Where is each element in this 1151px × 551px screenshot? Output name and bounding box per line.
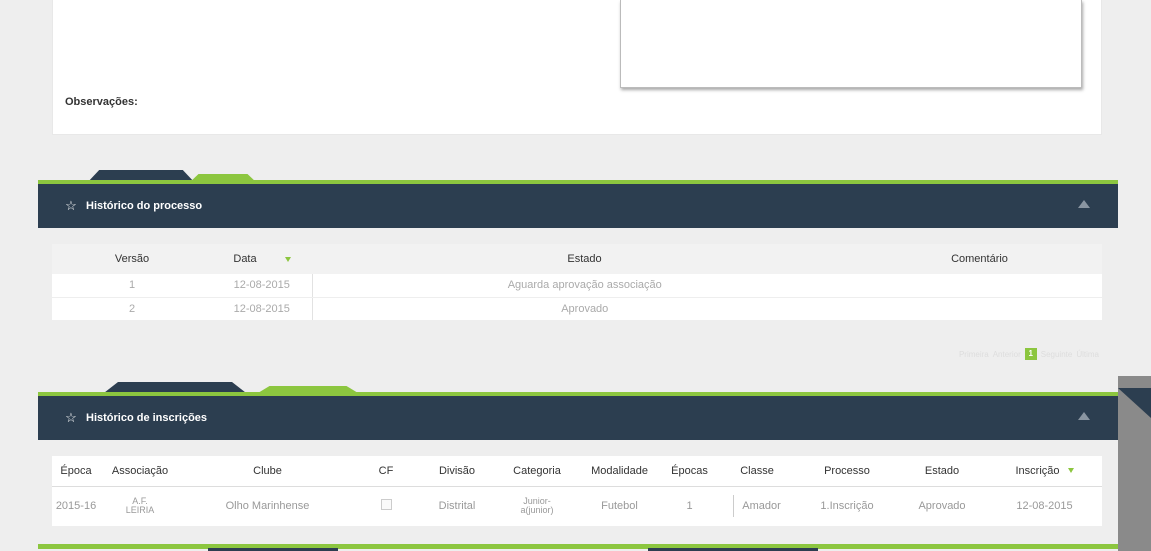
col-estado[interactable]: Estado	[312, 244, 857, 274]
cell-data: 12-08-2015	[212, 274, 313, 298]
col-epocas[interactable]: Épocas	[662, 456, 717, 486]
table-header-row: Época Associação Clube CF Divisão Catego…	[52, 456, 1102, 486]
cell-epocas: 1	[662, 485, 717, 526]
table-row: 1 12-08-2015 Aguarda aprovação associaçã…	[52, 274, 1102, 298]
pager-current[interactable]: 1	[1024, 348, 1037, 360]
col-associacao[interactable]: Associação	[100, 456, 180, 486]
cell-clube: Olho Marinhense	[180, 485, 355, 526]
sort-down-icon	[284, 256, 291, 262]
col-epoca[interactable]: Época	[52, 456, 100, 486]
collapse-icon[interactable]	[1078, 200, 1090, 208]
col-modalidade[interactable]: Modalidade	[577, 456, 662, 486]
cell-categoria: Junior-a(junior)	[497, 485, 577, 526]
inscricoes-panel-decoration	[38, 378, 1118, 396]
processo-table: Versão Data Estado Comentário 1 12-08-20…	[52, 244, 1102, 321]
processo-panel-header[interactable]: ☆ Histórico do processo	[38, 184, 1118, 228]
col-estado[interactable]: Estado	[897, 456, 987, 486]
cell-estado: Aprovado	[312, 297, 857, 321]
col-comentario[interactable]: Comentário	[857, 244, 1102, 274]
cell-associacao: A.F. LEIRIA	[100, 485, 180, 526]
inscricoes-table: Época Associação Clube CF Divisão Catego…	[52, 456, 1102, 526]
cell-estado: Aguarda aprovação associação	[312, 274, 857, 298]
table-row: 2 12-08-2015 Aprovado	[52, 297, 1102, 321]
col-categoria[interactable]: Categoria	[497, 456, 577, 486]
cell-classe: Amador	[717, 485, 797, 526]
cell-modalidade: Futebol	[577, 485, 662, 526]
table-row: 2015-16 A.F. LEIRIA Olho Marinhense Distr…	[52, 485, 1102, 526]
cell-versao: 2	[52, 297, 212, 321]
panel-wedge	[1118, 388, 1151, 418]
collapse-icon[interactable]	[1078, 412, 1090, 420]
cell-estado: Aprovado	[897, 485, 987, 526]
cell-comentario	[857, 297, 1102, 321]
col-versao[interactable]: Versão	[52, 244, 212, 274]
star-icon: ☆	[65, 410, 77, 425]
inscricoes-panel-title: Histórico de inscrições	[86, 412, 208, 424]
cell-cf	[355, 485, 417, 526]
col-divisao[interactable]: Divisão	[417, 456, 497, 486]
cf-checkbox[interactable]	[380, 499, 392, 511]
cell-epoca: 2015-16	[52, 485, 100, 526]
pager-last[interactable]: Última	[1076, 350, 1099, 359]
cell-comentario	[857, 274, 1102, 298]
col-classe[interactable]: Classe	[717, 456, 797, 486]
observacoes-label: Observações:	[65, 96, 138, 108]
col-processo[interactable]: Processo	[797, 456, 897, 486]
page: Observações: ☆ Histórico do processo Ver…	[0, 0, 1151, 551]
cell-divisao: Distrital	[417, 485, 497, 526]
inscricoes-panel-header[interactable]: ☆ Histórico de inscrições	[38, 396, 1118, 440]
comment-textarea[interactable]	[620, 0, 1082, 88]
cell-data: 12-08-2015	[212, 297, 313, 321]
cell-inscricao: 12-08-2015	[987, 485, 1102, 526]
processo-panel-title: Histórico do processo	[86, 200, 203, 212]
pager-prev[interactable]: Anterior	[993, 350, 1021, 359]
bottom-decoration	[38, 541, 1118, 551]
pagination: Primeira Anterior 1 Seguinte Última	[959, 348, 1099, 360]
sort-down-icon	[1067, 468, 1074, 474]
star-icon: ☆	[65, 198, 77, 213]
cell-versao: 1	[52, 274, 212, 298]
col-clube[interactable]: Clube	[180, 456, 355, 486]
col-inscricao[interactable]: Inscrição	[987, 456, 1102, 486]
pager-first[interactable]: Primeira	[959, 350, 989, 359]
processo-panel-decoration	[38, 166, 1118, 184]
col-data[interactable]: Data	[212, 244, 312, 274]
table-header-row: Versão Data Estado Comentário	[52, 244, 1102, 274]
pager-next[interactable]: Seguinte	[1041, 350, 1073, 359]
cell-processo: 1.Inscrição	[797, 485, 897, 526]
col-cf[interactable]: CF	[355, 456, 417, 486]
